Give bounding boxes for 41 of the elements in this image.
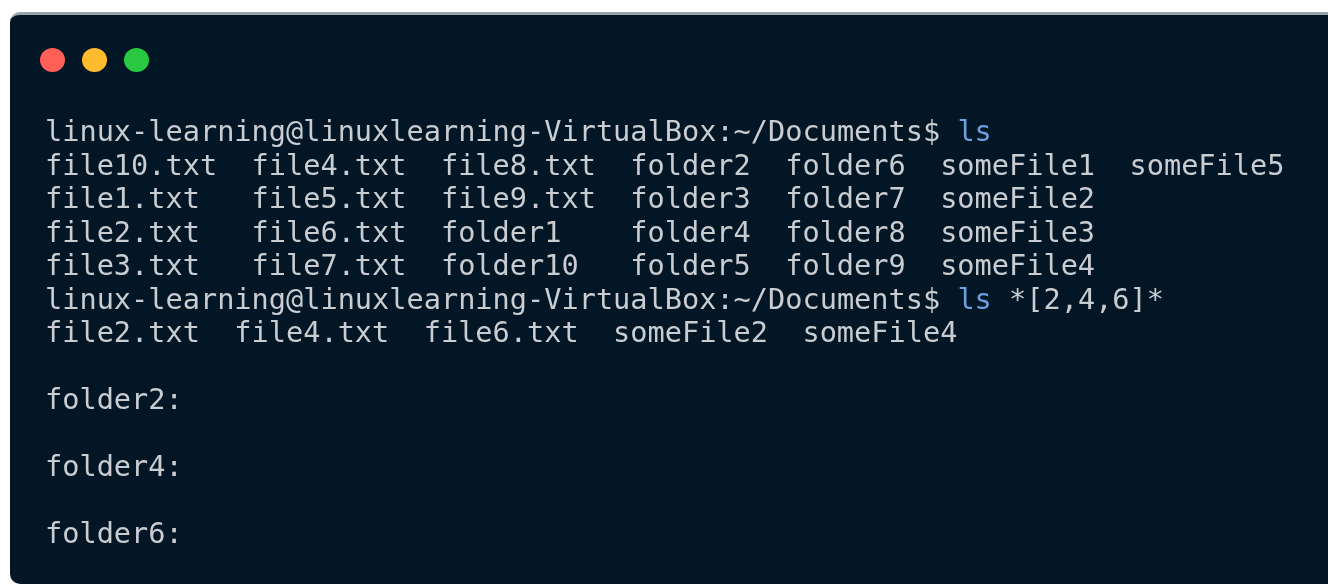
window-control-button[interactable] — [82, 48, 107, 72]
command-argument: *[2,4,6]* — [1009, 281, 1164, 316]
directory-heading: folder2: — [45, 382, 183, 416]
file-name: file4.txt — [234, 316, 391, 350]
file-name: file7.txt — [251, 249, 408, 283]
prompt-text: linux-learning@linuxlearning-VirtualBox:~/Documents$ — [45, 281, 941, 316]
file-name: folder2 — [630, 148, 752, 182]
file-name: folder3 — [630, 182, 752, 216]
command-text: ls — [957, 281, 992, 316]
file-name: folder10 — [440, 249, 580, 283]
file-name: file6.txt — [251, 215, 408, 249]
file-name: someFile1 — [940, 148, 1097, 182]
file-name: file2.txt — [45, 215, 201, 249]
file-name: folder9 — [785, 249, 907, 283]
window-control-button[interactable] — [40, 48, 65, 72]
file-name: someFile2 — [613, 316, 769, 350]
directory-heading: folder4: — [45, 449, 183, 483]
file-name: file9.txt — [440, 182, 597, 216]
file-name: file5.txt — [251, 182, 408, 216]
directory-heading: folder6: — [45, 516, 183, 550]
file-name: file8.txt — [440, 148, 597, 182]
window-control-button[interactable] — [124, 48, 149, 72]
file-name: someFile5 — [1129, 148, 1286, 182]
file-name: someFile4 — [802, 316, 959, 350]
file-name: file2.txt — [45, 316, 201, 350]
command-text: ls — [957, 114, 992, 148]
file-name: file4.txt — [251, 148, 408, 182]
file-name: file3.txt — [45, 249, 201, 283]
file-name: file6.txt — [423, 316, 580, 350]
file-name: folder4 — [630, 215, 752, 249]
file-name: folder6 — [785, 148, 907, 182]
file-name: file10.txt — [45, 148, 219, 182]
file-name: folder5 — [630, 249, 752, 283]
prompt-text: linux-learning@linuxlearning-VirtualBox:~/Documents$ — [45, 114, 941, 148]
file-name: folder7 — [785, 182, 907, 216]
file-name: someFile4 — [940, 249, 1097, 283]
file-name: someFile3 — [940, 215, 1097, 249]
file-name: someFile2 — [940, 182, 1097, 216]
file-name: folder1 — [440, 215, 563, 249]
file-name: file1.txt — [45, 182, 201, 216]
file-name: folder8 — [785, 215, 907, 249]
